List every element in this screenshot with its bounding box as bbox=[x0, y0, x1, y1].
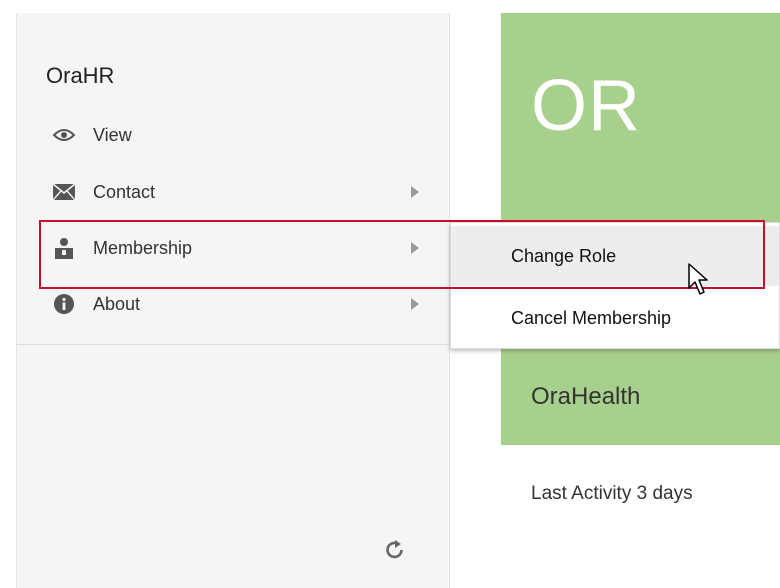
menu-divider bbox=[17, 344, 449, 345]
card-title: OraHR bbox=[46, 63, 115, 88]
envelope-icon bbox=[53, 181, 75, 203]
chevron-right-icon bbox=[411, 298, 419, 310]
tile-activity: Last Activity 3 days bbox=[531, 483, 693, 504]
menu-item-label: About bbox=[93, 293, 141, 314]
card-menu-panel: OraHR View Contact Membership About bbox=[16, 13, 450, 588]
eye-icon bbox=[53, 124, 75, 146]
refresh-icon[interactable] bbox=[383, 538, 407, 562]
menu-item-view[interactable]: View bbox=[37, 115, 417, 155]
submenu-item-cancel-membership[interactable]: Cancel Membership bbox=[451, 288, 779, 348]
menu-item-label: Contact bbox=[93, 181, 156, 202]
chevron-right-icon bbox=[411, 186, 419, 198]
membership-submenu: Change Role Cancel Membership bbox=[450, 222, 780, 349]
menu-item-membership[interactable]: Membership bbox=[37, 228, 419, 268]
submenu-item-change-role[interactable]: Change Role bbox=[451, 226, 779, 286]
tile-initials: OR bbox=[531, 66, 641, 146]
menu-item-label: View bbox=[93, 124, 132, 145]
page: OraHR View Contact Membership About OR O… bbox=[0, 0, 780, 588]
membership-icon bbox=[53, 237, 75, 259]
tile-name: OraHealth bbox=[531, 383, 641, 410]
chevron-right-icon bbox=[411, 242, 419, 254]
menu-item-label: Membership bbox=[93, 237, 193, 258]
info-icon bbox=[53, 293, 75, 315]
menu-item-about[interactable]: About bbox=[37, 284, 419, 324]
menu-item-contact[interactable]: Contact bbox=[37, 172, 419, 212]
